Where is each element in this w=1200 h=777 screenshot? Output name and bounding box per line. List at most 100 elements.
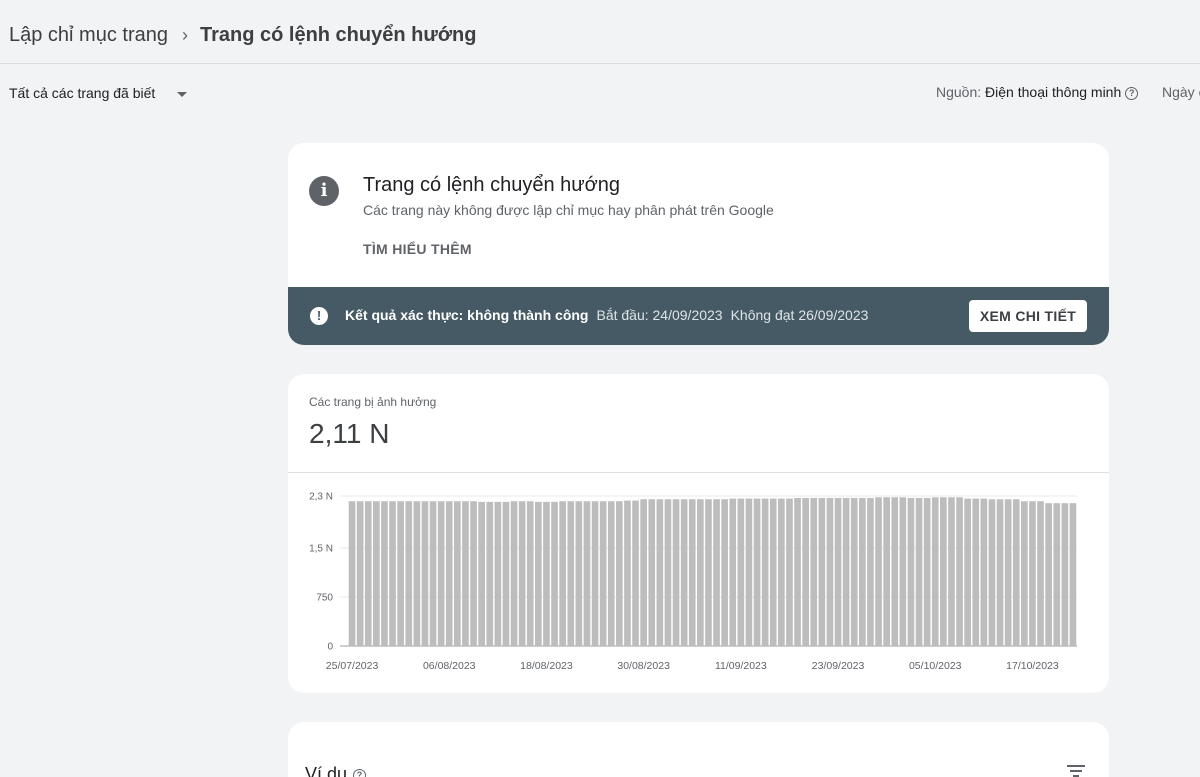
chart-bar[interactable] (405, 501, 413, 646)
chart-bar[interactable] (373, 501, 380, 646)
chart-bar[interactable] (494, 501, 502, 646)
chart-bar[interactable] (421, 501, 429, 646)
chart-bar[interactable] (567, 501, 575, 646)
y-tick-label: 0 (327, 642, 333, 653)
pages-filter-dropdown[interactable]: Tất cả các trang đã biết (9, 85, 188, 101)
chart-bar[interactable] (478, 501, 485, 646)
chart-bar[interactable] (688, 499, 696, 646)
chart-bar[interactable] (923, 497, 931, 646)
chart-bar[interactable] (931, 497, 939, 646)
chart-bar[interactable] (1029, 501, 1036, 646)
chart-bar[interactable] (413, 501, 421, 646)
chart-bar[interactable] (470, 501, 477, 646)
chart-bar[interactable] (397, 501, 404, 646)
chart-bar[interactable] (867, 497, 874, 646)
chart-bar[interactable] (1012, 499, 1020, 646)
chart-bar[interactable] (1053, 503, 1061, 646)
source-selector[interactable]: Nguồn: Điện thoại thông minh? (936, 84, 1139, 100)
chart-bar[interactable] (616, 501, 623, 646)
chart-bar[interactable] (794, 497, 801, 646)
chart-bar[interactable] (899, 497, 907, 646)
chart-bar[interactable] (713, 499, 720, 646)
chart-bar[interactable] (980, 498, 988, 646)
chart-bar[interactable] (502, 501, 510, 646)
chart-bar[interactable] (810, 497, 818, 646)
chart-bar[interactable] (705, 499, 712, 646)
chart-bar[interactable] (1061, 503, 1069, 646)
chart-bar[interactable] (656, 499, 664, 646)
chart-bar[interactable] (348, 501, 356, 646)
see-details-button[interactable]: XEM CHI TIẾT (969, 300, 1087, 332)
chart-bar[interactable] (640, 499, 647, 646)
chart-bar[interactable] (729, 498, 737, 646)
chart-bar[interactable] (891, 497, 899, 646)
chart-bar[interactable] (543, 501, 550, 646)
chart-bar[interactable] (745, 498, 753, 646)
chart-bar[interactable] (381, 501, 388, 646)
chart-bar[interactable] (721, 499, 728, 646)
filter-icon[interactable] (1067, 764, 1085, 777)
date-filter[interactable]: Ngày c (1162, 84, 1200, 100)
chart-bar[interactable] (445, 501, 453, 646)
chart-bar[interactable] (551, 501, 558, 646)
chart-bar[interactable] (948, 497, 955, 646)
chart-bar[interactable] (802, 497, 809, 646)
chart-bar[interactable] (850, 497, 858, 646)
chart-bar[interactable] (1021, 501, 1028, 646)
chart-bar[interactable] (915, 497, 923, 646)
chart-bar[interactable] (940, 497, 947, 646)
chart-bar[interactable] (907, 497, 915, 646)
chart-bar[interactable] (526, 501, 534, 646)
chart-bar[interactable] (607, 501, 615, 646)
chart-bar[interactable] (988, 499, 996, 646)
chart-bar[interactable] (818, 497, 826, 646)
chart-bar[interactable] (680, 499, 688, 646)
chart-bar[interactable] (624, 500, 631, 646)
chart-bar[interactable] (454, 501, 461, 646)
chart-bar[interactable] (956, 497, 963, 646)
breadcrumb-parent-link[interactable]: Lập chỉ mục trang (9, 24, 168, 46)
chart-bar[interactable] (583, 501, 591, 646)
chart-bar[interactable] (356, 501, 364, 646)
chart-bar[interactable] (591, 501, 599, 646)
chart-bar[interactable] (510, 501, 518, 646)
chart-bar[interactable] (1069, 503, 1077, 646)
chart-bar[interactable] (737, 498, 745, 646)
chart-bar[interactable] (364, 501, 372, 646)
chart-bar[interactable] (883, 497, 890, 646)
chart-bar[interactable] (778, 498, 785, 646)
help-icon[interactable]: ? (1125, 86, 1139, 100)
chart-bar[interactable] (632, 500, 639, 646)
chart-bar[interactable] (575, 501, 583, 646)
chart-bar[interactable] (389, 501, 396, 646)
chart-bar[interactable] (761, 498, 769, 646)
chart-bar[interactable] (437, 501, 445, 646)
chart-bar[interactable] (769, 498, 777, 646)
chart-bar[interactable] (1037, 501, 1044, 646)
chart-bar[interactable] (599, 501, 607, 646)
chart-bar[interactable] (826, 497, 834, 646)
chart-bar[interactable] (535, 501, 542, 646)
chart-bar[interactable] (753, 498, 761, 646)
chart-bar[interactable] (875, 497, 882, 646)
chart-bar[interactable] (664, 499, 672, 646)
chart-bar[interactable] (697, 499, 704, 646)
chart-bar[interactable] (518, 501, 526, 646)
chart-bar[interactable] (559, 501, 566, 646)
chart-bar[interactable] (859, 497, 866, 646)
chart-bar[interactable] (1045, 503, 1052, 646)
chart-bar[interactable] (672, 499, 680, 646)
chart-bar[interactable] (996, 499, 1004, 646)
chart-bar[interactable] (964, 498, 971, 646)
chart-bar[interactable] (429, 501, 437, 646)
help-icon[interactable]: ? (353, 768, 367, 777)
learn-more-link[interactable]: TÌM HIỂU THÊM (363, 241, 472, 257)
chart-bar[interactable] (786, 498, 793, 646)
chart-bar[interactable] (1004, 499, 1012, 646)
chart-bar[interactable] (462, 501, 469, 646)
chart-bar[interactable] (972, 498, 980, 646)
chart-bar[interactable] (834, 497, 842, 646)
chart-bar[interactable] (648, 499, 656, 646)
chart-bar[interactable] (486, 501, 494, 646)
chart-bar[interactable] (842, 497, 850, 646)
